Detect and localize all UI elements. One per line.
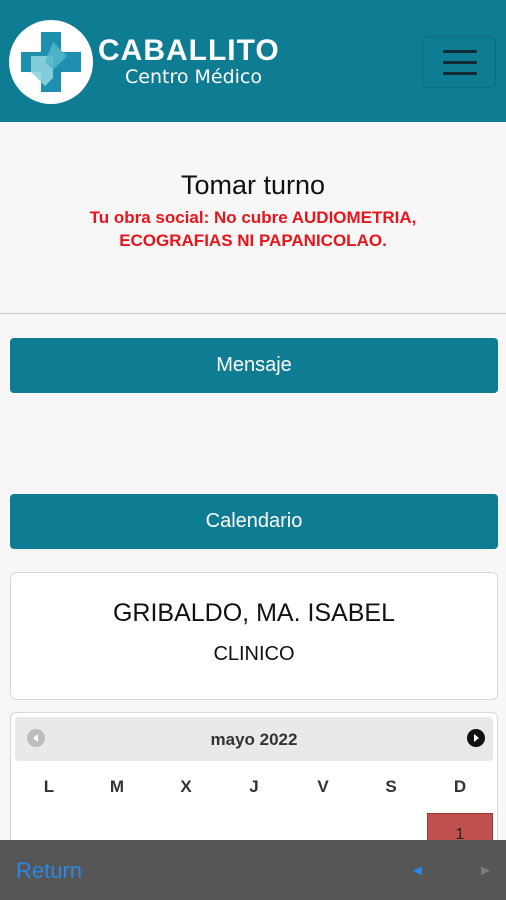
- coverage-warning: Tu obra social: No cubre AUDIOMETRIA, EC…: [89, 208, 417, 250]
- page-title: Tomar turno: [180, 170, 326, 200]
- bottom-toolbar: Return ◄ ►: [0, 840, 506, 900]
- logo[interactable]: [9, 20, 93, 104]
- mensaje-button[interactable]: Mensaje: [10, 338, 498, 393]
- brand-subtitle: Centro Médico: [125, 66, 262, 88]
- doctor-name: GRIBALDO, MA. ISABEL: [112, 599, 396, 627]
- hamburger-icon: [443, 61, 477, 64]
- weekday-label: M: [109, 777, 125, 796]
- weekday-label: D: [453, 777, 467, 796]
- brand-name: CABALLITO: [98, 34, 280, 67]
- calendar-month: mayo 2022: [210, 730, 298, 749]
- weekday-label: L: [43, 777, 55, 796]
- weekday-label: J: [249, 777, 259, 796]
- calendario-button[interactable]: Calendario: [10, 494, 498, 549]
- cross-logo-icon: [21, 32, 81, 92]
- app-header: CABALLITO Centro Médico: [0, 0, 506, 122]
- return-button[interactable]: Return: [16, 858, 82, 884]
- forward-arrow-icon[interactable]: ►: [478, 862, 493, 879]
- calendar-header: mayo 2022: [15, 717, 493, 761]
- weekday-label: S: [385, 777, 397, 796]
- menu-button[interactable]: [422, 36, 496, 88]
- back-arrow-icon[interactable]: ◄: [410, 862, 425, 879]
- weekday-label: V: [317, 777, 329, 796]
- hamburger-icon: [443, 50, 477, 53]
- circle-arrow-right-icon[interactable]: [467, 729, 485, 747]
- hamburger-icon: [443, 72, 477, 75]
- title-section: Tomar turno Tu obra social: No cubre AUD…: [0, 122, 506, 314]
- weekday-label: X: [180, 777, 192, 796]
- doctor-card: GRIBALDO, MA. ISABEL CLINICO: [10, 572, 498, 700]
- doctor-specialty: CLINICO: [213, 643, 295, 665]
